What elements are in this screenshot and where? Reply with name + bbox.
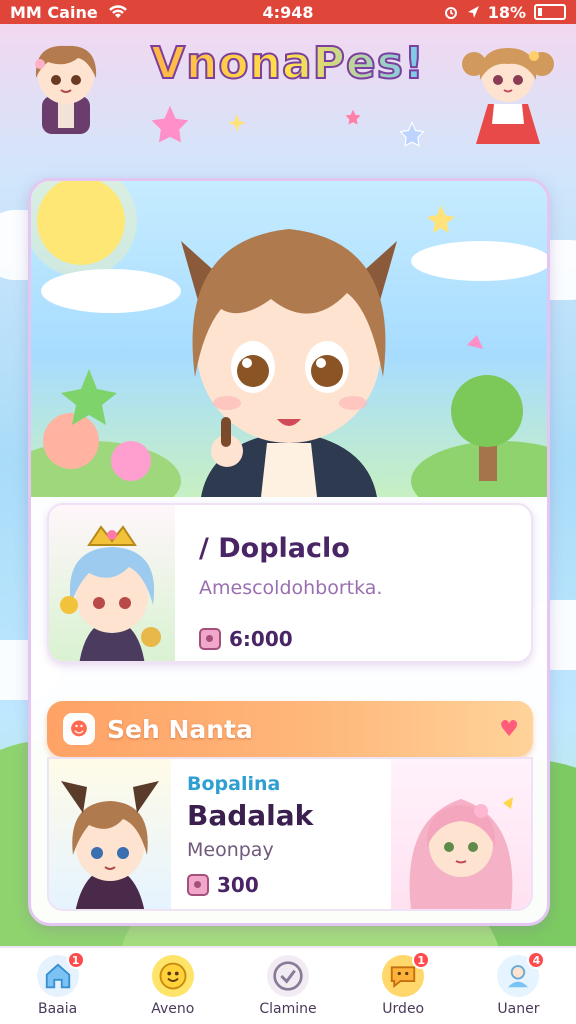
home-icon: 1 (36, 951, 85, 997)
nav-item-urdeo[interactable]: 1 Urdeo (346, 948, 461, 1024)
sparkle-icon (228, 114, 246, 132)
profile-icon: 4 (497, 951, 546, 997)
status-time: 4:948 (262, 2, 314, 22)
listing-category: Bopalina (187, 773, 281, 795)
nav-label: Baaia (37, 1001, 78, 1017)
listing-price: 300 (187, 873, 259, 897)
nav-label: Uaner (497, 1001, 540, 1017)
star-icon (151, 105, 189, 143)
tag-icon (187, 874, 209, 896)
chat-icon: 1 (382, 951, 431, 997)
tag-icon (199, 628, 221, 650)
section-banner-label: Seh Nanta (107, 714, 253, 744)
section-banner[interactable]: ☻ Seh Nanta ♥ (47, 701, 533, 757)
profile-portrait (49, 505, 175, 661)
listing-price-value: 300 (217, 873, 259, 897)
bottom-nav: 1 Baaia Aveno Clamine 1 Urdeo 4 Uaner (0, 946, 576, 1024)
listing-name: Badalak (187, 799, 314, 832)
chat-face-icon: ☻ (63, 713, 95, 745)
listing-portrait (49, 759, 171, 909)
listing-subtitle: Meonpay (187, 839, 274, 861)
status-bar: MM Caine 4:948 18% (0, 0, 576, 24)
nav-badge: 4 (527, 951, 546, 969)
profile-card[interactable]: / Doplaclo Amescoldohbortka. 6:000 (47, 503, 533, 663)
nav-item-aveno[interactable]: Aveno (115, 948, 230, 1024)
smile-icon (151, 955, 194, 997)
nav-badge: 1 (66, 951, 85, 969)
nav-item-home[interactable]: 1 Baaia (0, 948, 115, 1024)
check-circle-icon (267, 955, 309, 997)
heart-icon[interactable]: ♥ (499, 717, 519, 742)
corner-avatar-right[interactable] (460, 34, 556, 144)
main-card: / Doplaclo Amescoldohbortka. 6:000 ☻ Seh… (28, 178, 550, 926)
listing-card[interactable]: Bopalina Badalak Meonpay 300 (47, 757, 533, 911)
profile-subtitle: Amescoldohbortka. (199, 577, 383, 599)
hero-illustration (31, 181, 547, 497)
nav-item-uaner[interactable]: 4 Uaner (461, 948, 576, 1024)
profile-price-value: 6:000 (229, 627, 293, 651)
profile-name: / Doplaclo (199, 533, 350, 564)
nav-label: Aveno (151, 1001, 195, 1017)
star-icon (399, 120, 425, 147)
profile-price: 6:000 (199, 627, 293, 651)
nav-label: Urdeo (382, 1001, 425, 1017)
listing-side-portrait (391, 759, 531, 909)
nav-badge: 1 (412, 951, 431, 969)
star-icon (345, 109, 361, 125)
nav-label: Clamine (259, 1001, 317, 1017)
nav-item-clamine[interactable]: Clamine (230, 948, 345, 1024)
